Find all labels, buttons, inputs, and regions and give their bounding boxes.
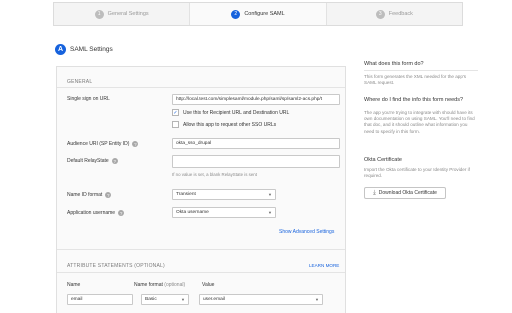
attribute-value-select[interactable]: user.email ▼ (199, 294, 323, 305)
relay-state-label: Default RelayState ? (67, 158, 118, 164)
name-id-format-select[interactable]: Transient ▼ (172, 189, 276, 200)
step-configure-saml[interactable]: 2 Configure SAML (189, 3, 326, 25)
wizard-steps: 1 General Settings 2 Configure SAML 3 Fe… (53, 2, 463, 26)
name-id-format-value: Transient (176, 192, 196, 197)
help-circle-icon[interactable]: ? (118, 210, 125, 216)
show-advanced-settings-link[interactable]: Show Advanced Settings (279, 229, 334, 235)
okta-certificate-text: Import the Okta certificate to your Iden… (364, 167, 470, 179)
app-username-label: Application username ? (67, 210, 125, 216)
app-username-value: Okta username (176, 210, 209, 215)
checkmark-icon: ✓ (172, 109, 179, 116)
column-header-name-format-text: Name format (134, 282, 163, 288)
divider (57, 87, 345, 88)
learn-more-link[interactable]: LEARN MORE (309, 263, 339, 268)
help-question-form-purpose: What does this form do? (364, 61, 424, 67)
saml-form-panel: GENERAL Single sign on URL http://local.… (56, 66, 346, 313)
divider (364, 70, 478, 71)
general-heading: GENERAL (67, 79, 93, 85)
app-username-label-text: Application username (67, 210, 116, 216)
caret-down-icon: ▼ (268, 192, 272, 197)
audience-uri-label-text: Audience URI (SP Entity ID) (67, 141, 130, 147)
other-sso-urls-checkbox[interactable]: Allow this app to request other SSO URLs (172, 121, 276, 128)
step-label: Configure SAML (244, 11, 285, 17)
column-header-value: Value (202, 282, 215, 288)
step-number: 2 (231, 9, 241, 19)
okta-certificate-heading: Okta Certificate (364, 157, 402, 163)
step-number: 1 (94, 9, 104, 19)
saml-settings-page: 1 General Settings 2 Configure SAML 3 Fe… (0, 0, 512, 313)
caret-down-icon: ▼ (181, 297, 185, 302)
caret-down-icon: ▼ (268, 210, 272, 215)
caret-down-icon: ▼ (315, 297, 319, 302)
step-feedback[interactable]: 3 Feedback (325, 3, 462, 25)
app-username-select[interactable]: Okta username ▼ (172, 207, 276, 218)
step-label: Feedback (388, 11, 413, 17)
sso-url-input[interactable]: http://local.test.com/simplesaml/module.… (172, 94, 340, 105)
sso-url-label: Single sign on URL (67, 96, 110, 102)
relay-state-input[interactable] (172, 155, 340, 168)
download-icon: ⤓ (373, 189, 376, 196)
recipient-url-checkbox-label: Use this for Recipient URL and Destinati… (183, 109, 290, 116)
audience-uri-label: Audience URI (SP Entity ID) ? (67, 141, 139, 147)
name-id-format-label: Name ID format ? (67, 192, 112, 198)
help-answer-form-purpose: This form generates the XML needed for t… (364, 74, 467, 86)
column-header-name: Name (67, 282, 81, 288)
step-general-settings[interactable]: 1 General Settings (54, 3, 189, 25)
relay-state-hint: If no value is set, a blank RelayState i… (172, 172, 257, 177)
download-certificate-button[interactable]: ⤓ Download Okta Certificate (364, 187, 446, 199)
help-circle-icon[interactable]: ? (105, 192, 112, 198)
relay-state-label-text: Default RelayState (67, 158, 109, 164)
divider (57, 249, 345, 250)
optional-tag: (optional) (164, 282, 186, 288)
help-circle-icon[interactable]: ? (132, 141, 139, 147)
step-number: 3 (375, 9, 385, 19)
divider (57, 272, 345, 273)
attribute-format-select[interactable]: Basic ▼ (141, 294, 189, 305)
help-circle-icon[interactable]: ? (111, 158, 118, 164)
checkbox-box (172, 121, 179, 128)
name-id-format-label-text: Name ID format (67, 192, 103, 198)
help-answer-find-info: The app you're trying to integrate with … (364, 110, 475, 134)
attribute-value-value: user.email (203, 297, 225, 302)
recipient-url-checkbox[interactable]: ✓ Use this for Recipient URL and Destina… (172, 109, 289, 116)
download-certificate-label: Download Okta Certificate (378, 190, 437, 196)
attribute-format-value: Basic (145, 297, 157, 302)
step-label: General Settings (107, 11, 149, 17)
attribute-statements-heading: ATTRIBUTE STATEMENTS (OPTIONAL) (67, 263, 165, 269)
other-sso-urls-checkbox-label: Allow this app to request other SSO URLs (183, 121, 277, 128)
sso-url-label-text: Single sign on URL (67, 96, 110, 102)
attribute-name-input[interactable]: email (67, 294, 133, 305)
help-question-find-info: Where do I find the info this form needs… (364, 97, 464, 103)
column-header-name-format: Name format (optional) (134, 282, 185, 288)
section-title: SAML Settings (70, 46, 113, 53)
section-badge: A (55, 44, 66, 55)
audience-uri-input[interactable]: okta_sso_drupal (172, 138, 340, 149)
